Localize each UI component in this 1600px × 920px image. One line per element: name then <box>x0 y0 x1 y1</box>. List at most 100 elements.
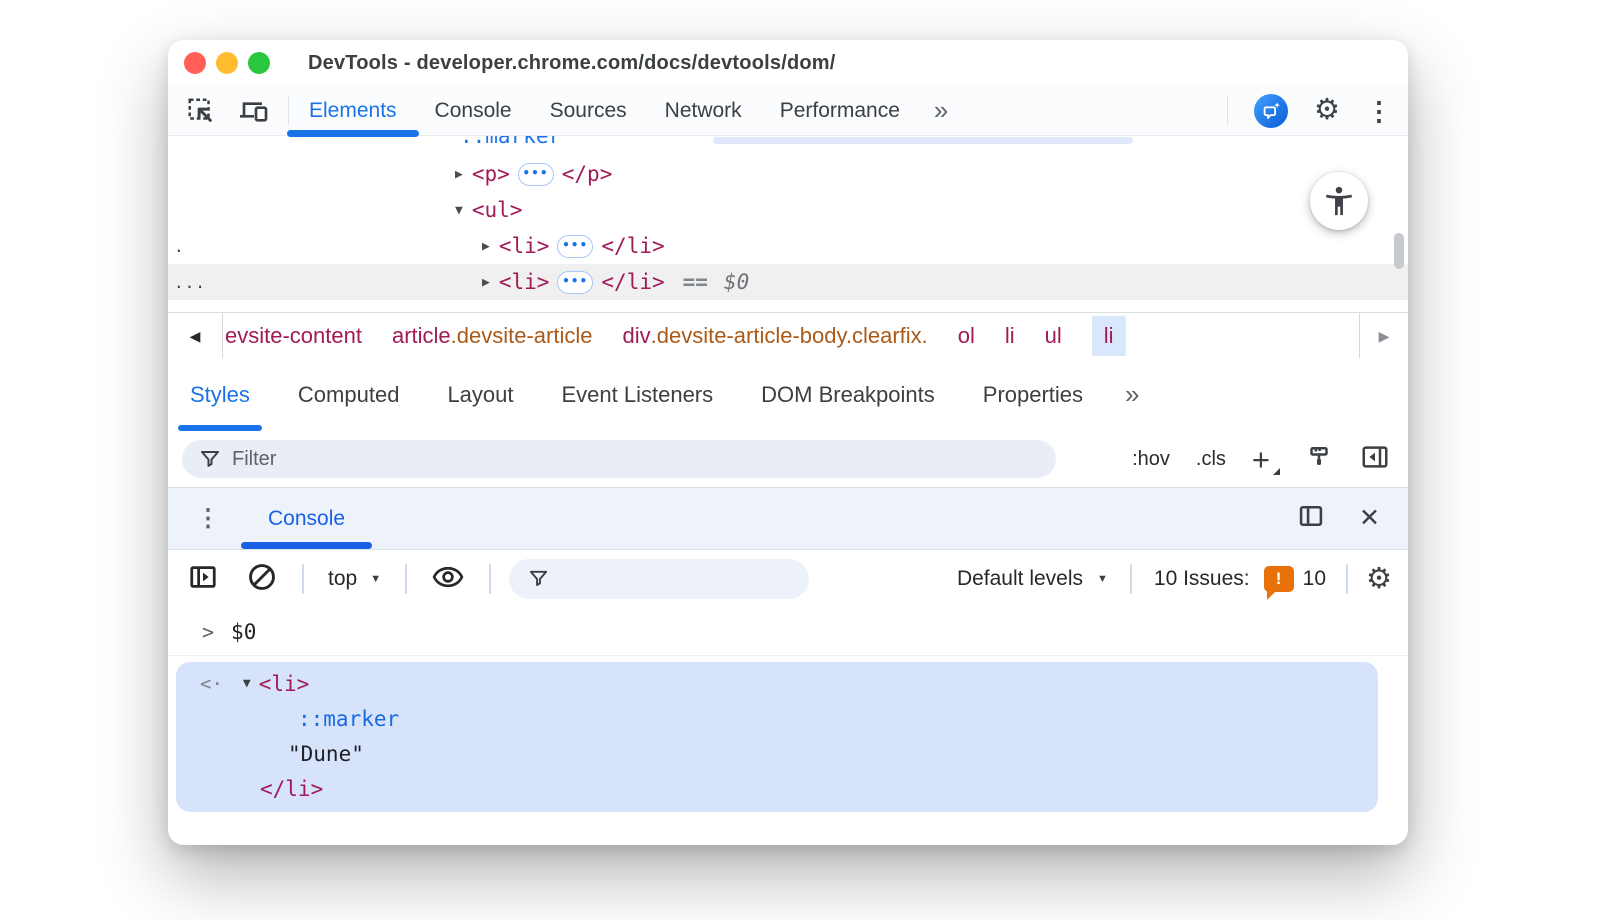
log-levels-selector[interactable]: Default levels <box>957 567 1083 591</box>
console-command-echo[interactable]: > $0 <box>168 608 1408 656</box>
result-expander-icon[interactable]: ▼ <box>243 676 251 691</box>
dom-node-marker-clipped[interactable]: ::marker <box>460 135 561 148</box>
device-toolbar-icon[interactable] <box>238 86 270 135</box>
toolbar-separator <box>405 564 407 594</box>
window-minimize-button[interactable] <box>216 52 238 74</box>
tab-layout[interactable]: Layout <box>447 358 513 431</box>
eye-icon-svg <box>431 560 465 594</box>
tab-event-listeners[interactable]: Event Listeners <box>562 358 714 431</box>
breadcrumb-item-div[interactable]: div.devsite-article-body.clearfix. <box>623 323 928 349</box>
dom-row-li-selected[interactable]: ... ▶ <li> ••• </li> == $0 <box>168 264 1408 300</box>
tab-styles[interactable]: Styles <box>190 358 250 431</box>
tab-properties[interactable]: Properties <box>983 358 1083 431</box>
accessibility-overlay-button[interactable] <box>1310 172 1368 230</box>
window-zoom-button[interactable] <box>248 52 270 74</box>
javascript-context-selector[interactable]: top <box>328 567 357 591</box>
new-style-rule-button[interactable]: + <box>1252 444 1278 475</box>
tag-close: </p> <box>562 162 613 186</box>
dom-breadcrumb-bar: ◀ evsite-content article.devsite-article… <box>168 312 1408 360</box>
crumb-tag: evsite-content <box>225 323 362 349</box>
breadcrumb-item-devsite-content[interactable]: evsite-content <box>225 323 362 349</box>
dom-row-li-1[interactable]: . ▶ <li> ••• </li> <box>168 228 1408 264</box>
dollar-zero-annotation: $0 <box>724 270 749 294</box>
toolbar-separator <box>1227 96 1228 125</box>
tab-console[interactable]: Console <box>435 86 512 135</box>
tab-network[interactable]: Network <box>665 86 742 135</box>
clipped-gutter-text: ... <box>174 273 206 292</box>
breadcrumb-item-li-selected[interactable]: li <box>1092 316 1126 356</box>
main-menu-kebab-icon[interactable]: ⋮ <box>1366 98 1392 124</box>
tab-elements[interactable]: Elements <box>309 86 397 135</box>
accessibility-person-icon <box>1322 184 1356 218</box>
tab-sources[interactable]: Sources <box>550 86 627 135</box>
collapse-arrow-icon[interactable]: ▼ <box>455 203 463 218</box>
console-command-text: $0 <box>231 620 256 644</box>
tab-performance[interactable]: Performance <box>780 86 900 135</box>
split-panel-icon[interactable] <box>1297 502 1325 535</box>
tag-open: <p> <box>472 162 510 186</box>
toolbar-separator <box>489 564 491 594</box>
window-title: DevTools - developer.chrome.com/docs/dev… <box>308 52 836 75</box>
console-settings-gear-icon[interactable]: ⚙ <box>1366 565 1392 594</box>
toggle-element-state-button[interactable]: :hov <box>1132 448 1170 471</box>
result-line-close: </li> <box>176 771 1378 806</box>
panel-left-arrow-icon-svg <box>1360 442 1390 472</box>
drawer-menu-kebab-icon[interactable]: ⋮ <box>196 488 220 549</box>
issues-count-label[interactable]: 10 Issues: <box>1154 567 1250 591</box>
styles-filter-input[interactable] <box>182 440 1056 478</box>
inspect-element-icon[interactable] <box>186 86 216 135</box>
main-tab-strip: Elements Console Sources Network Perform… <box>309 86 900 135</box>
drawer-tab-console[interactable]: Console <box>268 488 345 549</box>
dom-row-p[interactable]: ▶ <p> ••• </p> <box>168 156 1408 192</box>
tag-close: </li> <box>601 234 664 258</box>
show-console-sidebar-icon[interactable] <box>188 562 218 597</box>
more-styles-tabs-icon[interactable]: » <box>1125 358 1137 431</box>
issues-badge-count[interactable]: 10 <box>1303 567 1326 591</box>
window-close-button[interactable] <box>184 52 206 74</box>
window-titlebar: DevTools - developer.chrome.com/docs/dev… <box>168 40 1408 87</box>
breadcrumb-forward-icon[interactable]: ▶ <box>1359 313 1408 359</box>
dom-row-ul[interactable]: ▼ <ul> <box>168 192 1408 228</box>
tab-computed[interactable]: Computed <box>298 358 400 431</box>
expand-arrow-icon[interactable]: ▶ <box>482 275 490 290</box>
ai-assistance-icon[interactable] <box>1254 94 1288 128</box>
toolbar-separator <box>288 96 289 125</box>
close-drawer-icon[interactable]: ✕ <box>1359 506 1380 531</box>
console-toolbar: top ▼ Default levels ▼ 10 Issues: ! 10 ⚙ <box>168 550 1408 609</box>
brush-icon-svg <box>1304 442 1334 472</box>
inline-ellipsis-icon[interactable]: ••• <box>518 163 554 186</box>
device-toolbar-icon-svg <box>238 95 270 127</box>
console-filter-input[interactable] <box>509 559 809 599</box>
expand-arrow-icon[interactable]: ▶ <box>455 167 463 182</box>
elements-scrollbar-thumb[interactable] <box>1394 233 1404 269</box>
console-messages: > $0 <· ▼ <li> ::marker "Dune" </li> <box>168 608 1408 845</box>
more-tabs-icon[interactable]: » <box>934 86 946 135</box>
result-pseudo-marker: ::marker <box>298 707 399 731</box>
breadcrumb-item-ol[interactable]: ol <box>958 323 975 349</box>
styles-filter-field <box>182 440 1056 478</box>
live-expression-eye-icon[interactable] <box>431 560 465 599</box>
console-prompt-chevron: > <box>202 620 214 644</box>
expand-arrow-icon[interactable]: ▶ <box>482 239 490 254</box>
tab-dom-breakpoints[interactable]: DOM Breakpoints <box>761 358 935 431</box>
result-line-text: "Dune" <box>176 736 1378 771</box>
inline-ellipsis-icon[interactable]: ••• <box>557 271 593 294</box>
inline-ellipsis-icon[interactable]: ••• <box>557 235 593 258</box>
styles-filter-controls: :hov .cls + <box>1132 442 1390 477</box>
element-classes-button[interactable]: .cls <box>1196 448 1226 471</box>
crumb-tag: article <box>392 323 451 349</box>
breadcrumb-item-ul[interactable]: ul <box>1045 323 1062 349</box>
console-result-block[interactable]: <· ▼ <li> ::marker "Dune" </li> <box>176 662 1378 812</box>
result-line-marker: ::marker <box>176 701 1378 736</box>
toggle-sidebar-panel-icon[interactable] <box>1360 442 1390 477</box>
elements-dom-tree: ::marker ▶ <p> ••• </p> ▼ <ul> . ▶ <li> … <box>168 135 1408 312</box>
clear-console-icon[interactable] <box>246 561 278 598</box>
breadcrumb-item-li[interactable]: li <box>1005 323 1015 349</box>
split-panel-icon-svg <box>1297 502 1325 530</box>
breadcrumb-item-article[interactable]: article.devsite-article <box>392 323 593 349</box>
rendering-brush-icon[interactable] <box>1304 442 1334 477</box>
breadcrumb-back-icon[interactable]: ◀ <box>168 313 223 359</box>
settings-gear-icon[interactable]: ⚙ <box>1314 96 1340 125</box>
issues-badge-icon[interactable]: ! <box>1264 566 1294 592</box>
panel-right-arrow-icon-svg <box>188 562 218 592</box>
